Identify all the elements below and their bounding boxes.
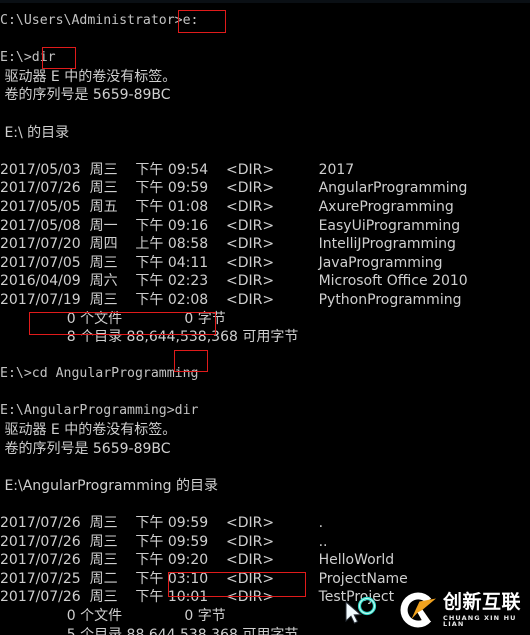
- terminal-line: 2017/07/26 周三 下午 09:20 <DIR> HelloWorld: [0, 552, 395, 569]
- terminal-line: 2017/07/20 周四 上午 08:58 <DIR> IntelliJPro…: [0, 236, 456, 253]
- terminal-line: C:\Users\Administrator>e:: [0, 13, 199, 28]
- terminal-line: 2017/07/26 周三 下午 09:59 <DIR> ..: [0, 533, 328, 550]
- terminal-line: 2017/07/25 周二 下午 03:10 <DIR> ProjectName: [0, 570, 408, 587]
- watermark-mark-icon: [398, 590, 438, 630]
- terminal-line: 2016/04/09 周六 下午 02:23 <DIR> Microsoft O…: [0, 273, 468, 290]
- terminal-line: E:\ 的目录: [0, 124, 70, 141]
- watermark-brand-cn: 创新互联: [443, 590, 522, 613]
- terminal-line: 2017/07/26 周三 下午 09:59 <DIR> .: [0, 515, 324, 532]
- terminal-line: E:\AngularProgramming>dir: [0, 403, 199, 419]
- terminal-line: E:\>cd AngularProgramming: [0, 366, 199, 382]
- terminal-line: E:\>dir: [0, 50, 56, 66]
- terminal-line: 2017/07/26 周三 下午 09:59 <DIR> AngularProg…: [0, 180, 468, 197]
- watermark-logo: 创新互联 CHUANG XIN HU LIAN: [398, 588, 528, 632]
- terminal-line: 8 个目录 88,644,538,368 可用字节: [0, 329, 299, 346]
- terminal-output[interactable]: C:\Users\Administrator>e: E:\>dir 驱动器 E …: [0, 12, 530, 635]
- terminal-line: 2017/05/03 周三 下午 09:54 <DIR> 2017: [0, 161, 355, 178]
- terminal-line: 卷的序列号是 5659-89BC: [0, 440, 171, 457]
- terminal-line: E:\AngularProgramming 的目录: [0, 477, 218, 494]
- terminal-line: 2017/05/05 周五 下午 01:08 <DIR> AxureProgra…: [0, 198, 454, 215]
- cmd-console-window[interactable]: C:\Users\Administrator>e: E:\>dir 驱动器 E …: [0, 0, 530, 635]
- watermark-brand-pinyin: CHUANG XIN HU LIAN: [443, 613, 517, 628]
- mouse-pointer-busy-icon: [338, 596, 382, 630]
- window-top-edge: [0, 0, 530, 3]
- terminal-line: 驱动器 E 中的卷没有标签。: [0, 68, 177, 85]
- terminal-line: 卷的序列号是 5659-89BC: [0, 87, 171, 104]
- watermark-text-block: 创新互联 CHUANG XIN HU LIAN: [443, 590, 528, 628]
- terminal-line: 驱动器 E 中的卷没有标签。: [0, 422, 177, 439]
- terminal-line: 2017/07/05 周三 下午 04:11 <DIR> JavaProgram…: [0, 254, 443, 271]
- terminal-line: 0 个文件 0 字节: [0, 310, 226, 327]
- terminal-line: 2017/07/19 周三 下午 02:08 <DIR> PythonProgr…: [0, 291, 462, 308]
- terminal-line: 2017/05/08 周一 下午 09:16 <DIR> EasyUiProgr…: [0, 217, 461, 234]
